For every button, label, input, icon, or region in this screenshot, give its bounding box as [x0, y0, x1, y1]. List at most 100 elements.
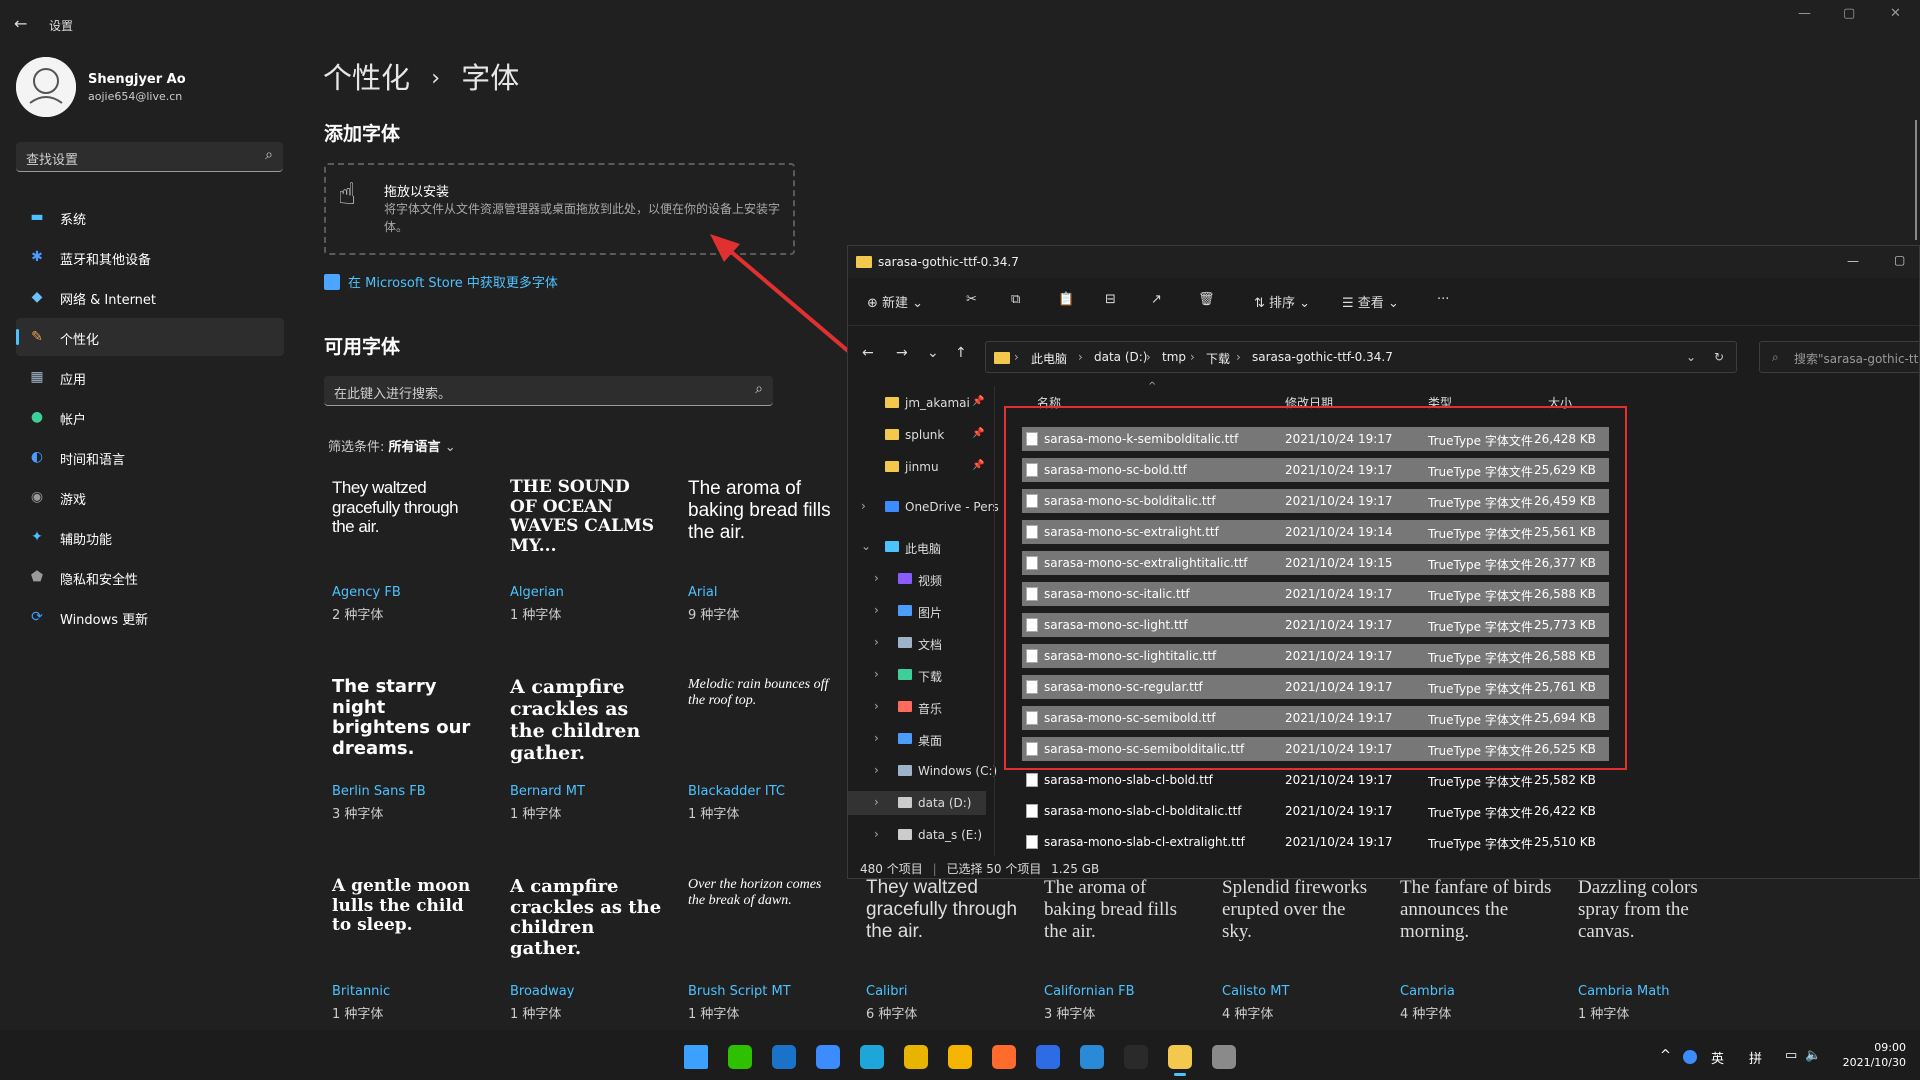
file-row[interactable]: sarasa-mono-slab-cl-bold.ttf 2021/10/24 1…	[1022, 768, 1609, 792]
up-icon[interactable]: ↑	[955, 345, 967, 361]
sidebar-item[interactable]: ● 帐户	[16, 398, 284, 436]
path-segment[interactable]: 下载	[1206, 350, 1230, 367]
volume-icon[interactable]: 🔈	[1805, 1048, 1821, 1063]
path-segment[interactable]: 此电脑	[1031, 350, 1067, 367]
clock[interactable]: 09:00 2021/10/30	[1843, 1040, 1906, 1070]
input-language[interactable]: 英	[1711, 1048, 1724, 1067]
chevron-right-icon[interactable]: ›	[874, 603, 879, 617]
copy-icon[interactable]: ⧉	[1011, 292, 1020, 307]
sidebar-item[interactable]: ◉ 游戏	[16, 478, 284, 516]
minimize-icon[interactable]: —	[1798, 6, 1811, 21]
vscode-icon[interactable]	[1080, 1045, 1104, 1069]
settings-search-input[interactable]: 查找设置 ⌕	[16, 142, 283, 172]
sidebar-item[interactable]: ⟳ Windows 更新	[16, 598, 284, 636]
refresh-icon[interactable]: ↻	[1714, 350, 1724, 364]
font-card[interactable]: Melodic rain bounces off the roof top. Bl…	[680, 677, 845, 867]
tree-item[interactable]: ⌄ 此电脑	[848, 535, 986, 559]
maximize-icon[interactable]: ▢	[1894, 253, 1905, 267]
store-link[interactable]: 在 Microsoft Store 中获取更多字体	[324, 272, 558, 291]
path-segment[interactable]: tmp	[1162, 350, 1186, 364]
share-icon[interactable]: ↗	[1151, 292, 1162, 307]
chevron-right-icon[interactable]: ›	[874, 795, 879, 809]
network-icon[interactable]: ▭	[1785, 1048, 1797, 1063]
tree-item[interactable]: › data_s (E:)	[848, 823, 986, 847]
chevron-right-icon[interactable]: ›	[874, 571, 879, 585]
sidebar-item[interactable]: ◆ 网络 & Internet	[16, 278, 284, 316]
path-segment[interactable]: sarasa-gothic-ttf-0.34.7	[1252, 350, 1393, 364]
sidebar-item[interactable]: ▦ 应用	[16, 358, 284, 396]
sidebar-item[interactable]: ✦ 辅助功能	[16, 518, 284, 556]
file-row[interactable]: sarasa-mono-slab-cl-bolditalic.ttf 2021/1…	[1022, 799, 1609, 823]
file-row[interactable]: sarasa-mono-slab-cl-extralight.ttf 2021/1…	[1022, 830, 1609, 854]
tree-item[interactable]: › data (D:)	[848, 791, 986, 815]
font-card[interactable]: The aroma of baking bread fills the air.…	[680, 478, 845, 668]
input-method[interactable]: 拼	[1749, 1048, 1762, 1067]
view-button[interactable]: ☰ 查看 ⌄	[1342, 292, 1399, 311]
tree-item[interactable]: splunk 📌	[848, 423, 986, 447]
breadcrumb-parent[interactable]: 个性化	[323, 61, 410, 95]
back-arrow-icon[interactable]: ←	[14, 14, 27, 33]
sort-button[interactable]: ⇅ 排序 ⌄	[1254, 292, 1310, 311]
navigation-pane[interactable]: jm_akamai 📌 splunk 📌 jinmu 📌 › OneDrive - Pers ⌄…	[848, 386, 999, 847]
tree-item[interactable]: › 桌面	[848, 727, 986, 751]
wechat-icon[interactable]	[728, 1045, 752, 1069]
explorer-search-input[interactable]: ⌕ 搜索"sarasa-gothic-tt	[1759, 341, 1919, 373]
vivaldi-tray-icon[interactable]	[1683, 1050, 1697, 1064]
forward-icon[interactable]: →	[896, 345, 908, 361]
tree-item[interactable]: › OneDrive - Pers	[848, 495, 999, 519]
tree-item[interactable]: › 视频	[848, 567, 986, 591]
font-card[interactable]: They waltzed gracefully through the air.…	[324, 478, 489, 668]
language-filter[interactable]: 筛选条件: 所有语言 ⌄	[328, 436, 456, 455]
explorer-title-bar[interactable]: sarasa-gothic-ttf-0.34.7 — ▢	[848, 246, 1919, 278]
sidebar-item[interactable]: ✱ 蓝牙和其他设备	[16, 238, 284, 276]
terminal-icon[interactable]	[1124, 1045, 1148, 1069]
delete-icon[interactable]: 🗑	[1198, 292, 1215, 307]
sidebar-item[interactable]: ✎ 个性化	[16, 318, 284, 356]
sidebar-item[interactable]: ⬟ 隐私和安全性	[16, 558, 284, 596]
chrome-icon[interactable]	[904, 1045, 928, 1069]
outlook-icon[interactable]	[772, 1045, 796, 1069]
tree-item[interactable]: › 下载	[848, 663, 986, 687]
tray-overflow-icon[interactable]: ^	[1660, 1048, 1671, 1063]
font-card[interactable]: THE SOUND OF OCEAN WAVES CALMS MY... Alge…	[502, 477, 667, 668]
address-bar[interactable]: › 此电脑 › data (D:) › tmp › 下载 › sarasa-go…	[985, 341, 1737, 373]
font-card[interactable]: A campfire crackles as the children gath…	[502, 676, 667, 867]
sidebar-item[interactable]: ◐ 时间和语言	[16, 438, 284, 476]
settings-icon[interactable]	[1212, 1045, 1236, 1069]
new-button[interactable]: ⊕ 新建 ⌄	[867, 292, 923, 311]
sidebar-item[interactable]: ▬ 系统	[16, 198, 284, 236]
chevron-right-icon[interactable]: ›	[874, 635, 879, 649]
chevron-right-icon[interactable]: ›	[874, 667, 879, 681]
edge-icon[interactable]	[860, 1045, 884, 1069]
rename-icon[interactable]: ⊟	[1105, 292, 1116, 307]
back-icon[interactable]: ←	[862, 345, 874, 361]
vivaldi-icon[interactable]	[816, 1045, 840, 1069]
chevron-right-icon[interactable]: ›	[874, 731, 879, 745]
avatar[interactable]	[16, 57, 76, 117]
recent-dropdown-icon[interactable]: ⌄	[927, 345, 939, 361]
chevron-right-icon[interactable]: ›	[874, 699, 879, 713]
firefox-icon[interactable]	[992, 1045, 1016, 1069]
tree-item[interactable]: › 图片	[848, 599, 986, 623]
chevron-right-icon[interactable]: ›	[874, 763, 879, 777]
todo-icon[interactable]	[1036, 1045, 1060, 1069]
tree-item[interactable]: › 文档	[848, 631, 986, 655]
chevron-right-icon[interactable]: ›	[874, 827, 879, 841]
windows-start-icon[interactable]	[684, 1045, 708, 1069]
paste-icon[interactable]: 📋	[1058, 292, 1074, 307]
file-explorer-icon[interactable]	[1168, 1045, 1192, 1076]
font-card[interactable]: The starry night brightens our dreams. Be…	[324, 676, 489, 867]
chevron-right-icon[interactable]: ›	[861, 499, 866, 513]
maximize-icon[interactable]: ▢	[1843, 6, 1855, 21]
close-icon[interactable]: ✕	[1890, 6, 1901, 21]
path-segment[interactable]: data (D:)	[1094, 350, 1148, 364]
more-button[interactable]: ···	[1437, 292, 1449, 307]
chevron-right-icon[interactable]: ⌄	[861, 539, 871, 553]
tree-item[interactable]: jm_akamai 📌	[848, 391, 986, 415]
cut-icon[interactable]: ✂	[966, 292, 977, 307]
address-dropdown-icon[interactable]: ⌄	[1686, 350, 1696, 364]
yellow-app-icon[interactable]	[948, 1045, 972, 1069]
scrollbar[interactable]	[1915, 120, 1917, 240]
minimize-icon[interactable]: —	[1847, 254, 1859, 268]
tree-item[interactable]: jinmu 📌	[848, 455, 986, 479]
